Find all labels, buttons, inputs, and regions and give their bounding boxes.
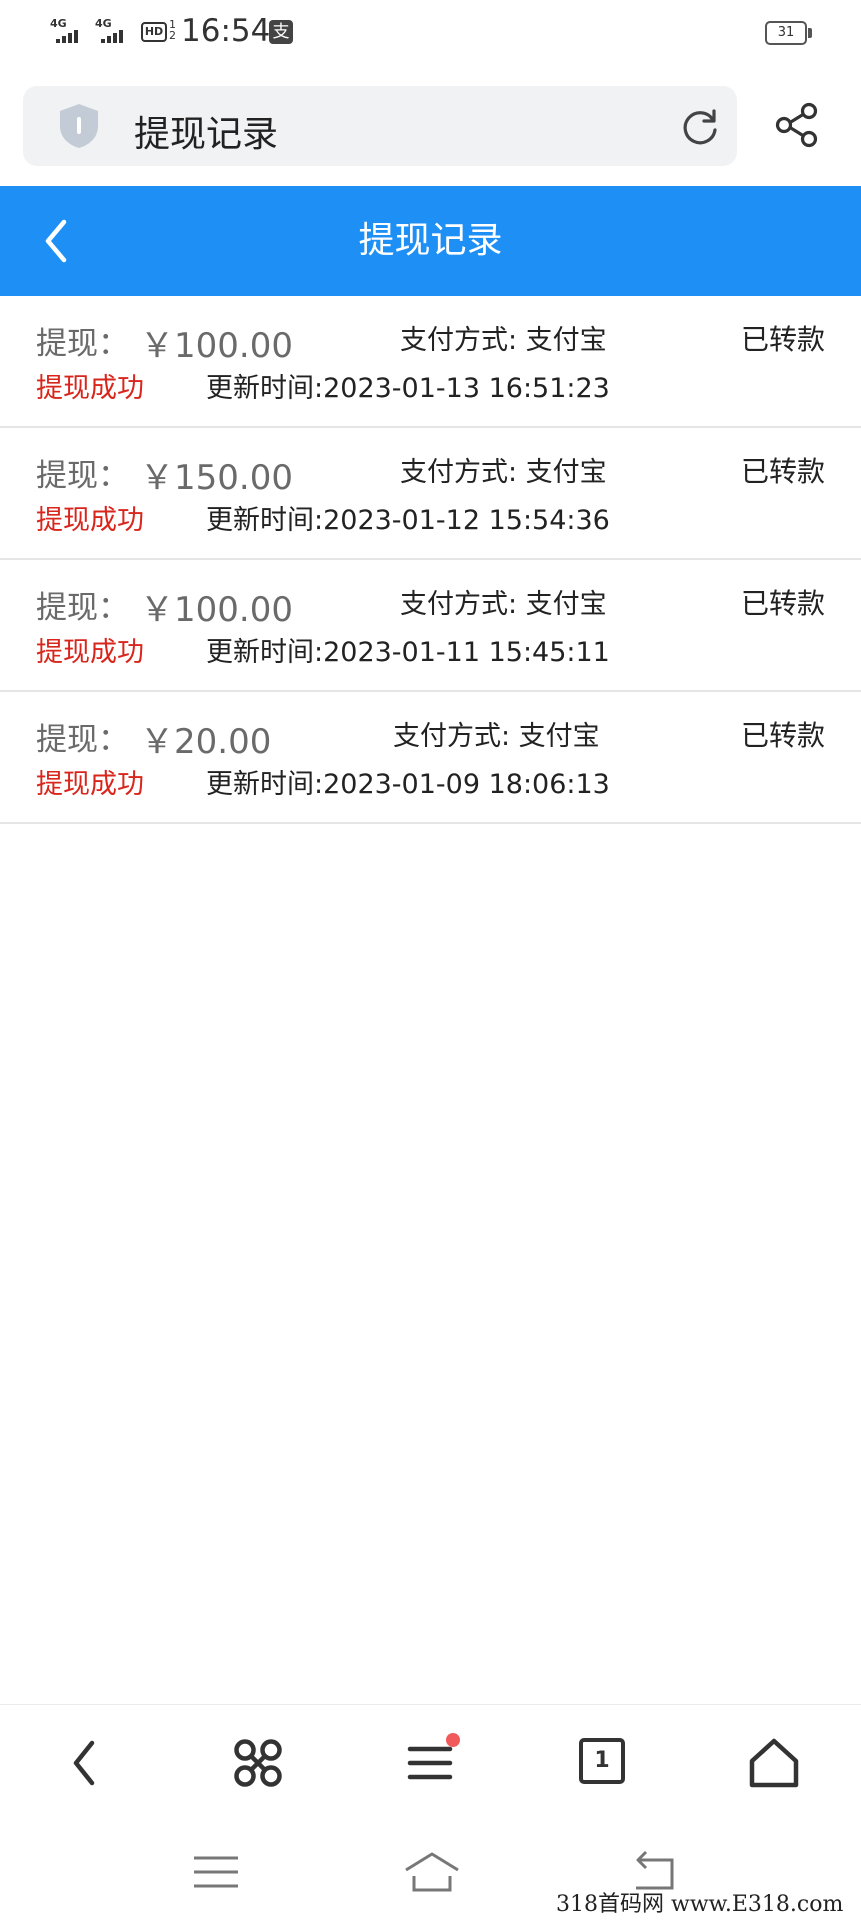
update-time: 更新时间:2023-01-12 15:54:36 [206, 505, 610, 536]
page-title: 提现记录 [358, 220, 503, 261]
battery-indicator: 31 [765, 21, 807, 45]
transfer-status: 已转款 [740, 455, 825, 488]
payment-method: 支付方式: 支付宝 [400, 457, 607, 488]
withdraw-amount: ￥150.00 [140, 458, 293, 498]
battery-tip [808, 28, 812, 38]
transfer-status: 已转款 [740, 323, 825, 356]
address-title: 提现记录 [134, 114, 279, 155]
hd-voice-badge: HD [141, 22, 167, 42]
transfer-status: 已转款 [740, 587, 825, 620]
withdraw-status: 提现成功 [36, 637, 144, 668]
update-time: 更新时间:2023-01-13 16:51:23 [206, 373, 610, 404]
withdraw-label: 提现： [36, 590, 129, 626]
signal-indicator-2: 4G [95, 17, 135, 45]
withdraw-amount: ￥100.00 [140, 590, 293, 630]
withdraw-label: 提现： [36, 458, 129, 494]
payment-method: 支付方式: 支付宝 [400, 589, 607, 620]
withdraw-amount: ￥100.00 [140, 326, 293, 366]
network-type-label: 4G [50, 17, 67, 30]
reload-icon[interactable] [679, 106, 721, 148]
signal-indicator-1: 4G [50, 17, 90, 45]
address-bar[interactable]: 提现记录 [23, 86, 737, 166]
watermark: 318首码网 www.E318.com [556, 1892, 844, 1917]
record-row[interactable]: 提现： ￥100.00 支付方式: 支付宝 已转款 提现成功 更新时间:2023… [0, 296, 861, 428]
record-row[interactable]: 提现： ￥100.00 支付方式: 支付宝 已转款 提现成功 更新时间:2023… [0, 560, 861, 692]
command-icon[interactable] [228, 1733, 288, 1793]
update-time: 更新时间:2023-01-09 18:06:13 [206, 769, 610, 800]
transfer-status: 已转款 [740, 719, 825, 752]
browser-toolbar [0, 1704, 861, 1824]
withdraw-status: 提现成功 [36, 769, 144, 800]
system-home-icon[interactable] [402, 1848, 462, 1896]
record-row[interactable]: 提现： ￥150.00 支付方式: 支付宝 已转款 提现成功 更新时间:2023… [0, 428, 861, 560]
back-icon[interactable] [56, 1733, 116, 1793]
clock: 16:54 [181, 13, 271, 49]
withdraw-label: 提现： [36, 722, 129, 758]
app-header: 提现记录 [0, 186, 861, 296]
withdraw-label: 提现： [36, 326, 129, 362]
withdraw-amount: ￥20.00 [140, 722, 272, 762]
hd-sim-index: 1 2 [169, 18, 176, 42]
network-type-label: 4G [95, 17, 112, 30]
withdraw-status: 提现成功 [36, 373, 144, 404]
notification-dot [446, 1733, 460, 1747]
home-icon[interactable] [744, 1733, 804, 1793]
alipay-notification-icon: 支 [269, 20, 293, 44]
share-icon[interactable] [772, 100, 822, 150]
tabs-icon[interactable]: 1 [579, 1738, 625, 1784]
record-row[interactable]: 提现： ￥20.00 支付方式: 支付宝 已转款 提现成功 更新时间:2023-… [0, 692, 861, 824]
payment-method: 支付方式: 支付宝 [393, 721, 600, 752]
shield-icon[interactable] [56, 102, 102, 150]
status-bar: 4G 4G HD 1 2 16:54 支 31 [0, 0, 861, 66]
withdraw-status: 提现成功 [36, 505, 144, 536]
update-time: 更新时间:2023-01-11 15:45:11 [206, 637, 610, 668]
recent-apps-icon[interactable] [186, 1848, 246, 1896]
payment-method: 支付方式: 支付宝 [400, 325, 607, 356]
